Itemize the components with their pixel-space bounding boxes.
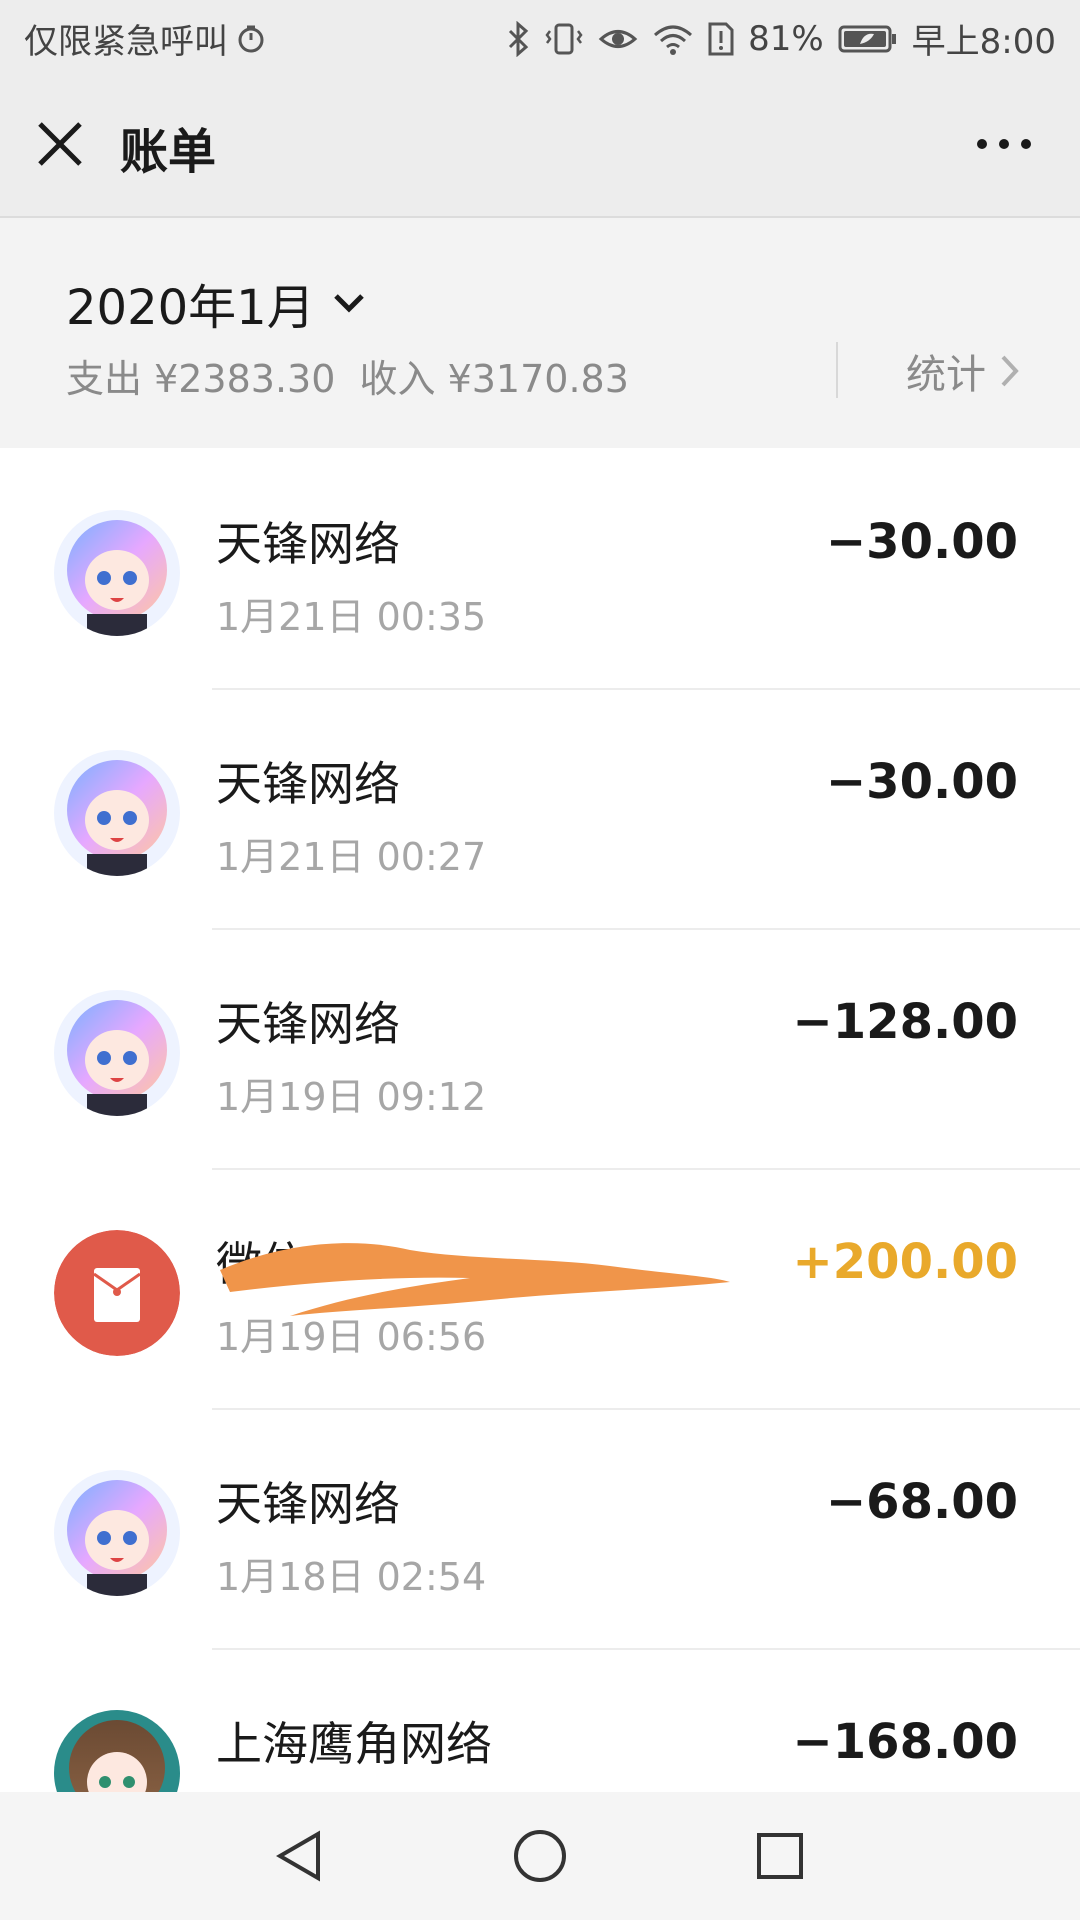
transaction-row[interactable]: 天锋网络 1月18日 02:54 −68.00 bbox=[0, 1410, 1080, 1650]
transaction-amount: −68.00 bbox=[825, 1474, 1018, 1530]
vibrate-icon bbox=[544, 21, 584, 57]
clock: 早上8:00 bbox=[911, 22, 1056, 62]
bluetooth-icon bbox=[506, 20, 530, 57]
wifi-icon bbox=[652, 23, 694, 55]
recents-square-icon bbox=[757, 1833, 803, 1879]
transaction-time: 1月21日 00:27 bbox=[216, 835, 487, 879]
page-title: 账单 bbox=[120, 124, 217, 180]
status-right: 81% 早上8:00 bbox=[506, 14, 1056, 63]
month-summary: 2020年1月 支出 ¥2383.30 收入 ¥3170.83 统计 bbox=[0, 218, 1080, 448]
stats-label: 统计 bbox=[906, 352, 986, 398]
transaction-time: 1月21日 00:35 bbox=[216, 595, 487, 639]
battery-percent: 81% bbox=[748, 18, 824, 59]
merchant-name: 天锋网络 bbox=[216, 757, 400, 811]
nav-back-button[interactable] bbox=[270, 1826, 330, 1886]
transaction-row[interactable]: 天锋网络 1月21日 00:35 −30.00 bbox=[0, 450, 1080, 690]
nav-home-button[interactable] bbox=[510, 1826, 570, 1886]
back-triangle-icon bbox=[276, 1830, 320, 1882]
redaction-scribble bbox=[220, 1243, 730, 1316]
transaction-time: 1月19日 09:12 bbox=[216, 1075, 487, 1119]
close-button[interactable] bbox=[32, 116, 88, 172]
transaction-time: 1月18日 02:54 bbox=[216, 1555, 487, 1599]
month-label: 2020年1月 bbox=[66, 280, 315, 336]
divider bbox=[836, 342, 838, 398]
merchant-name: 天锋网络 bbox=[216, 997, 400, 1051]
red-packet-avatar bbox=[54, 1230, 180, 1356]
merchant-name: 天锋网络 bbox=[216, 1477, 400, 1531]
more-button[interactable] bbox=[968, 128, 1040, 160]
expense-total: 支出 ¥2383.30 bbox=[66, 357, 336, 401]
avatar bbox=[54, 750, 180, 876]
avatar bbox=[54, 510, 180, 636]
avatar bbox=[54, 1470, 180, 1596]
transaction-row[interactable]: 天锋网络 1月19日 09:12 −128.00 bbox=[0, 930, 1080, 1170]
transaction-amount: −30.00 bbox=[825, 754, 1018, 810]
month-totals: 支出 ¥2383.30 收入 ¥3170.83 bbox=[66, 348, 641, 403]
system-nav-bar bbox=[0, 1792, 1080, 1920]
transaction-row[interactable]: 微信 1月19日 06:56 +200.00 bbox=[0, 1170, 1080, 1410]
eye-icon bbox=[598, 24, 638, 54]
sim-alert-icon bbox=[708, 22, 734, 56]
status-left: 仅限紧急呼叫 bbox=[24, 14, 266, 63]
avatar bbox=[54, 990, 180, 1116]
nav-recents-button[interactable] bbox=[750, 1826, 810, 1886]
merchant-name: 天锋网络 bbox=[216, 517, 400, 571]
battery-icon bbox=[838, 24, 898, 54]
transaction-amount: −128.00 bbox=[792, 994, 1018, 1050]
merchant-name: 上海鹰角网络 bbox=[216, 1717, 492, 1771]
title-bar: 账单 bbox=[0, 72, 1080, 218]
transaction-row[interactable]: 天锋网络 1月21日 00:27 −30.00 bbox=[0, 690, 1080, 930]
close-icon bbox=[38, 122, 82, 166]
month-picker[interactable]: 2020年1月 bbox=[66, 268, 367, 338]
transaction-list: 天锋网络 1月21日 00:35 −30.00 天锋网络 1月21日 00:27… bbox=[0, 450, 1080, 1890]
transaction-amount: +200.00 bbox=[792, 1234, 1018, 1290]
transaction-amount: −30.00 bbox=[825, 514, 1018, 570]
chevron-right-icon bbox=[1001, 355, 1019, 387]
more-dots-icon bbox=[977, 139, 1031, 149]
stats-link[interactable]: 统计 bbox=[906, 342, 1020, 400]
carrier-status: 仅限紧急呼叫 bbox=[24, 22, 228, 62]
income-total: 收入 ¥3170.83 bbox=[359, 357, 629, 401]
timer-icon bbox=[236, 24, 266, 54]
transaction-amount: −168.00 bbox=[792, 1714, 1018, 1770]
home-circle-icon bbox=[514, 1830, 566, 1882]
chevron-down-icon bbox=[333, 294, 364, 313]
status-bar: 仅限紧急呼叫 81% 早上8:00 bbox=[0, 0, 1080, 72]
